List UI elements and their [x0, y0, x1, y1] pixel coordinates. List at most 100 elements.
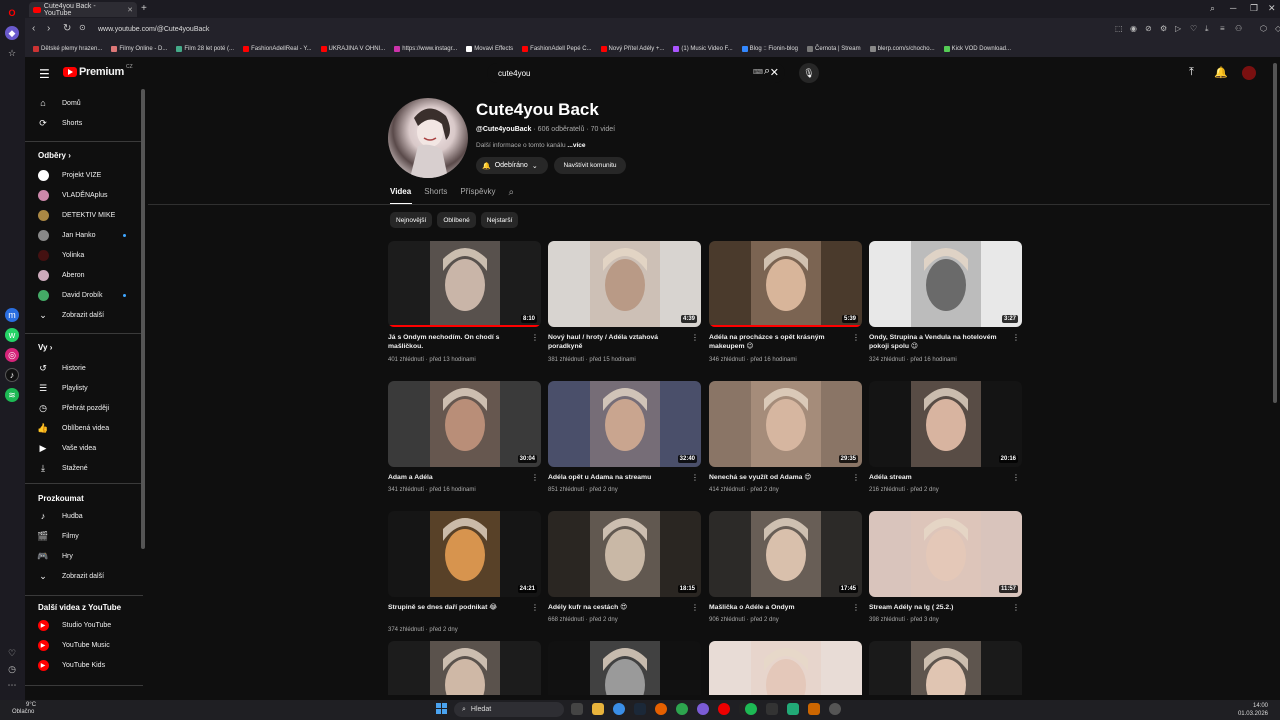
more-actions-icon[interactable]: ⋮ — [1012, 603, 1020, 612]
file-explorer-icon[interactable] — [592, 703, 604, 715]
bookmark-item[interactable]: Černota | Stream — [807, 46, 861, 52]
video-thumbnail[interactable]: 24:21 — [388, 511, 541, 597]
video-title[interactable]: Mašlička o Adéle a Ondym — [709, 603, 849, 612]
block-icon[interactable]: ⊘ — [1145, 24, 1152, 33]
video-title[interactable]: Nový haul / hroty / Adéla vztahová porad… — [548, 333, 688, 351]
menu-icon[interactable]: ≡ — [1220, 24, 1225, 33]
video-title[interactable]: Adam a Adéla — [388, 473, 528, 482]
bookmark-item[interactable]: Kick VOD Download... — [943, 46, 1011, 52]
video-thumbnail[interactable]: 18:15 — [548, 511, 701, 597]
more-actions-icon[interactable]: ⋮ — [691, 473, 699, 482]
tab-shorts[interactable]: Shorts — [424, 187, 447, 198]
chip-oldest[interactable]: Nejstarší — [480, 212, 519, 228]
chip-popular[interactable]: Oblíbené — [437, 212, 476, 228]
tab-videos[interactable]: Videa — [390, 187, 411, 198]
clear-search-icon[interactable]: ✕ — [770, 66, 779, 79]
url-field[interactable]: www.youtube.com/@Cute4youBack — [95, 22, 1115, 37]
bookmark-item[interactable]: Movavi Effects — [466, 46, 513, 52]
video-card[interactable]: 29:35 Nenechá se využít od Adama 😍 414 zhl… — [709, 381, 862, 505]
heart-icon[interactable]: ♡ — [5, 646, 19, 660]
video-title[interactable]: Adéla stream — [869, 473, 1009, 482]
notifications-bell-icon[interactable]: 🔔 — [1214, 66, 1228, 79]
guide-you-item[interactable]: ◷ Přehrát později — [25, 399, 143, 417]
guide-explore-item[interactable]: ♪ Hudba — [25, 507, 143, 525]
spotify-icon[interactable] — [745, 703, 757, 715]
vlc-icon[interactable] — [808, 703, 820, 715]
security-icon[interactable]: ⊙ — [79, 23, 86, 32]
chrome-icon[interactable] — [613, 703, 625, 715]
video-card[interactable]: 11:57 Stream Adély na Ig ( 25.2.) 398 zhlé… — [869, 511, 1022, 635]
maximize-button[interactable]: ❐ — [1250, 3, 1258, 14]
more-actions-icon[interactable]: ⋮ — [1012, 473, 1020, 482]
video-thumbnail[interactable]: 8:10 — [388, 241, 541, 327]
bookmark-item[interactable]: Dětské plemy hrazen... — [33, 46, 102, 52]
video-card[interactable]: 8:10 Já s Ondym nechodím. On chodí s mašl… — [388, 241, 541, 365]
share-icon[interactable]: ⬚ — [1115, 24, 1123, 33]
video-card[interactable] — [548, 641, 701, 695]
task-view-icon[interactable] — [571, 703, 583, 715]
video-thumbnail[interactable]: 5:39 — [709, 241, 862, 327]
video-thumbnail[interactable]: 20:16 — [869, 381, 1022, 467]
video-thumbnail[interactable]: 11:57 — [869, 511, 1022, 597]
video-title[interactable]: Adély kufr na cestách 😍 — [548, 603, 688, 612]
instagram-icon[interactable]: ◎ — [5, 348, 19, 362]
video-card[interactable]: 17:45 Mašlička o Adéle a Ondym 906 zhlédnu… — [709, 511, 862, 635]
video-title[interactable]: Nenechá se využít od Adama 😍 — [709, 473, 849, 482]
mic-icon[interactable]: 🎙 — [799, 63, 819, 83]
minimize-button[interactable]: ─ — [1230, 3, 1236, 13]
guide-you-item[interactable]: 👍 Oblíbená videa — [25, 419, 143, 437]
youtube-premium-logo[interactable]: Premium CZ — [63, 64, 133, 78]
video-title[interactable]: Adéla opět u Adama na streamu — [548, 473, 688, 482]
bookmark-item[interactable]: Blog :: Fionin-blog — [741, 46, 798, 52]
tab-posts[interactable]: Příspěvky — [460, 187, 495, 198]
guide-subscription-item[interactable]: Aberon — [25, 266, 143, 284]
video-thumbnail[interactable] — [709, 641, 862, 695]
guide-you-item[interactable]: ☰ Playlisty — [25, 379, 143, 397]
video-thumbnail[interactable]: 4:39 — [548, 241, 701, 327]
easy-setup-icon[interactable]: ⚙ — [1160, 24, 1167, 33]
guide-more-item[interactable]: ▶ Studio YouTube — [25, 616, 143, 634]
firefox-icon[interactable] — [655, 703, 667, 715]
visit-community-button[interactable]: Navštívit komunitu — [554, 157, 626, 174]
video-card[interactable]: 30:04 Adam a Adéla 341 zhlédnutí · před 16… — [388, 381, 541, 505]
messenger-icon[interactable]: m — [5, 308, 19, 322]
reload-icon[interactable]: ↻ — [63, 23, 71, 34]
new-tab-button[interactable]: + — [141, 3, 147, 14]
video-card[interactable] — [388, 641, 541, 695]
video-card[interactable]: 5:39 Adéla na procházce s opět krásným ma… — [709, 241, 862, 365]
more-actions-icon[interactable]: ⋮ — [531, 473, 539, 482]
video-thumbnail[interactable]: 32:40 — [548, 381, 701, 467]
video-card[interactable]: 3:27 Ondy, Strupina a Vendula na hotelové… — [869, 241, 1022, 365]
more-actions-icon[interactable]: ⋮ — [852, 333, 860, 342]
more-actions-icon[interactable]: ⋮ — [531, 603, 539, 612]
close-tab-icon[interactable]: ✕ — [127, 6, 133, 14]
guide-more-item[interactable]: ▶ YouTube Music — [25, 636, 143, 654]
video-thumbnail[interactable] — [869, 641, 1022, 695]
opera-logo-icon[interactable]: O — [5, 6, 19, 20]
weather-widget[interactable]: 9°C Oblačno — [12, 702, 36, 716]
guide-menu-icon[interactable]: ☰ — [39, 67, 50, 81]
close-window-button[interactable]: ✕ — [1268, 3, 1276, 14]
bookmark-item[interactable]: Filmy Online - D... — [111, 46, 167, 52]
guide-show-more[interactable]: ⌄ Zobrazit další — [25, 306, 143, 324]
workspace-icon[interactable]: ◆ — [5, 26, 19, 40]
bookmark-item[interactable]: https://www.instagr... — [394, 46, 457, 52]
guide-subscription-item[interactable]: VLADĚNAplus — [25, 186, 143, 204]
steam-icon[interactable] — [634, 703, 646, 715]
bookmark-item[interactable]: Film 28 let poté (... — [176, 46, 234, 52]
keyboard-icon[interactable]: ⌨ — [753, 68, 763, 76]
video-thumbnail[interactable]: 30:04 — [388, 381, 541, 467]
opera-icon[interactable] — [718, 703, 730, 715]
guide-item-shorts[interactable]: ⟳ Shorts — [25, 114, 143, 132]
player-icon[interactable]: ▷ — [1175, 24, 1181, 33]
video-thumbnail[interactable]: 3:27 — [869, 241, 1022, 327]
video-card[interactable]: 24:21 Strupině se dnes daří podnikat 😂 374… — [388, 511, 541, 635]
search-tabs-icon[interactable]: ⌕ — [1210, 3, 1215, 14]
page-scrollbar[interactable] — [1273, 63, 1277, 403]
tab-youtube[interactable]: Cute4you Back - YouTube ✕ — [29, 2, 137, 17]
guide-subscription-item[interactable]: DETEKTIV MIKE — [25, 206, 143, 224]
bookmark-item[interactable]: (1) Music Video F... — [673, 46, 733, 52]
guide-more-item[interactable]: ▶ YouTube Kids — [25, 656, 143, 674]
channel-description[interactable]: Další informace o tomto kanálu ...více — [476, 142, 585, 149]
profile-icon[interactable]: ⚇ — [1235, 24, 1242, 33]
